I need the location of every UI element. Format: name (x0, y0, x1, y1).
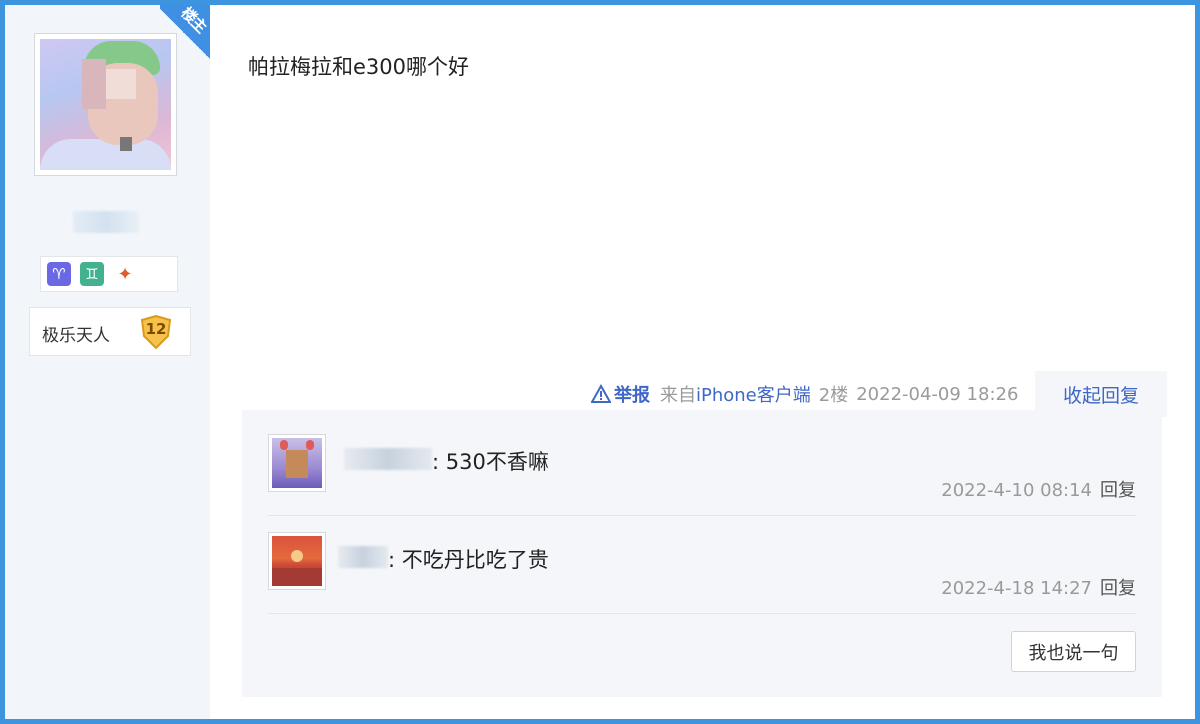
game-icon[interactable]: ✦ (113, 262, 137, 286)
list-item: : 不吃丹比吃了贵 2022-4-18 14:27 回复 (268, 532, 1136, 614)
reply-time: 2022-4-18 14:27 (941, 578, 1092, 599)
floor-number: 2楼 (818, 385, 849, 406)
post-content: 帕拉梅拉和e300哪个好 (248, 55, 470, 79)
level-title: 极乐天人 (42, 326, 110, 346)
reply-footer: 2022-4-10 08:14 回复 (941, 476, 1136, 502)
author-username-blurred[interactable] (73, 211, 139, 233)
list-item: : 530不香嘛 2022-4-10 08:14 回复 (268, 434, 1136, 516)
post-meta: 举报 来自iPhone客户端 2楼 2022-04-09 18:26 (591, 381, 1018, 407)
author-icons: ♈ ♊ ✦ (40, 256, 178, 292)
avatar-image (272, 438, 322, 488)
report-link[interactable]: 举报 (591, 381, 650, 407)
avatar-detail (280, 440, 288, 450)
avatar-mosaic (82, 59, 106, 109)
reply-text: : 不吃丹比吃了贵 (388, 548, 549, 572)
report-label: 举报 (614, 385, 650, 406)
avatar-hills (272, 568, 322, 586)
author-avatar[interactable] (34, 33, 177, 176)
say-something-button[interactable]: 我也说一句 (1011, 631, 1136, 672)
client-source: 来自iPhone客户端 (660, 381, 811, 407)
avatar-mosaic (106, 69, 136, 99)
op-badge-label: 楼主 (177, 3, 210, 37)
avatar-image (40, 39, 171, 170)
avatar-detail (306, 440, 314, 450)
avatar-mosaic (286, 450, 308, 478)
aries-icon[interactable]: ♈ (47, 262, 71, 286)
gemini-icon[interactable]: ♊ (80, 262, 104, 286)
client-link[interactable]: iPhone客户端 (696, 385, 811, 406)
reply-username-blurred[interactable] (338, 546, 388, 568)
author-sidebar: ♈ ♊ ✦ 极乐天人 12 (5, 5, 210, 719)
reply-avatar[interactable] (268, 532, 326, 590)
reply-footer: 2022-4-18 14:27 回复 (941, 574, 1136, 600)
reply-text: : 530不香嘛 (432, 450, 549, 474)
op-badge: 楼主 (160, 3, 210, 63)
level-shield-icon: 12 (138, 314, 174, 350)
avatar-image (272, 536, 322, 586)
reply-button[interactable]: 回复 (1100, 480, 1136, 501)
reply-time: 2022-4-10 08:14 (941, 480, 1092, 501)
level-number: 12 (145, 320, 167, 338)
avatar-background (40, 139, 171, 170)
reply-username-blurred[interactable] (344, 448, 432, 470)
author-level[interactable]: 极乐天人 12 (29, 307, 191, 356)
client-prefix: 来自 (660, 385, 696, 406)
post-time: 2022-04-09 18:26 (856, 383, 1019, 405)
reply-avatar[interactable] (268, 434, 326, 492)
avatar-sun (291, 550, 303, 562)
avatar-mosaic (120, 137, 132, 151)
warning-icon (591, 384, 611, 403)
reply-button[interactable]: 回复 (1100, 578, 1136, 599)
